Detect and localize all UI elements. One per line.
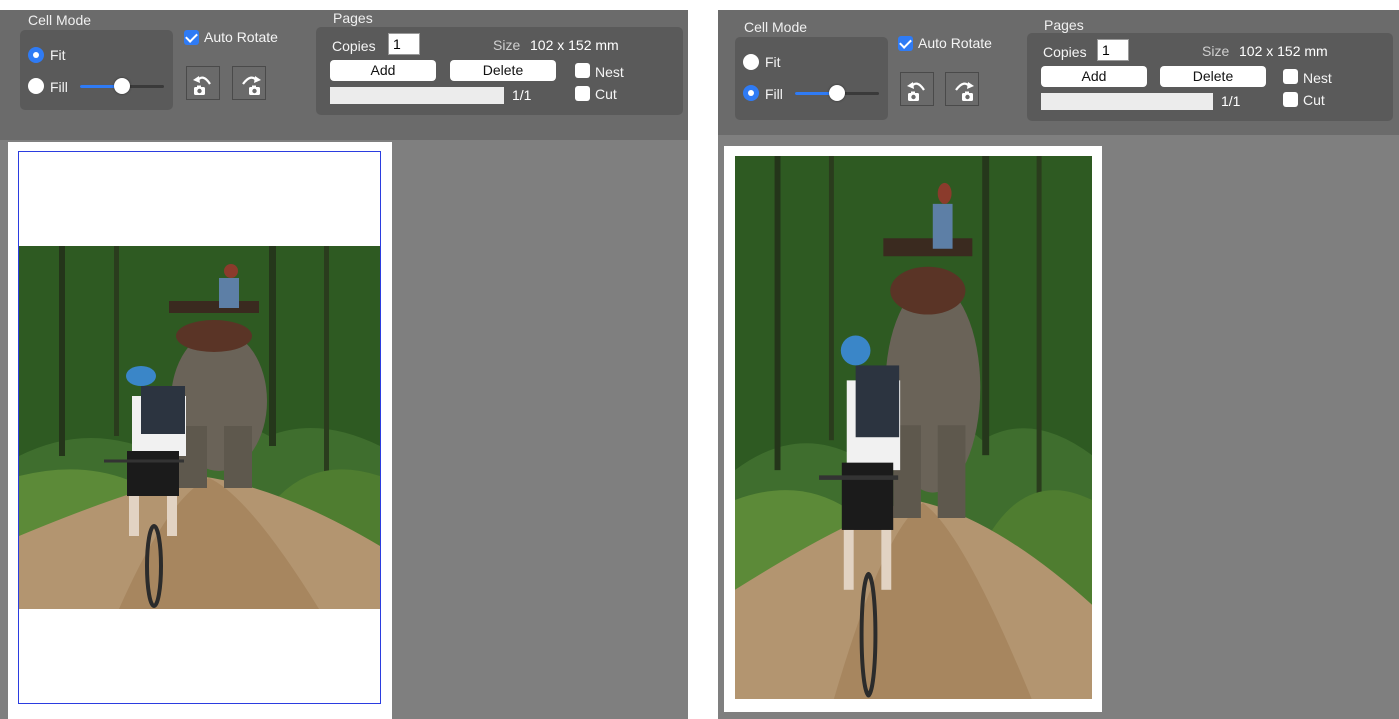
fit-radio[interactable] — [743, 54, 759, 70]
add-button[interactable]: Add — [330, 60, 436, 81]
pages-group: Copies 1 Size 102 x 152 mm Add Delete Ne… — [1027, 33, 1393, 121]
fill-label: Fill — [765, 86, 783, 102]
delete-button[interactable]: Delete — [1160, 66, 1266, 87]
cell-photo — [19, 246, 380, 609]
fill-label: Fill — [50, 79, 68, 95]
auto-rotate-checkbox[interactable] — [898, 36, 913, 51]
cell-mode-group: Fit Fill — [735, 37, 888, 120]
nest-label: Nest — [595, 64, 624, 80]
size-value: 102 x 152 mm — [530, 37, 619, 53]
auto-rotate-label: Auto Rotate — [204, 29, 278, 45]
panel-fit-mode: Cell Mode Fit Fill Auto Rotate Pages Cop… — [0, 0, 688, 719]
cell-mode-group: Fit Fill — [20, 30, 173, 110]
zoom-slider-knob[interactable] — [114, 78, 130, 94]
rotate-right-button[interactable] — [945, 72, 979, 106]
rotate-left-button[interactable] — [186, 66, 220, 100]
nest-checkbox[interactable] — [575, 63, 590, 78]
image-cell[interactable] — [18, 151, 381, 704]
pages-title: Pages — [1044, 17, 1084, 33]
copies-label: Copies — [332, 38, 376, 54]
rotate-right-button[interactable] — [232, 66, 266, 100]
cut-checkbox[interactable] — [1283, 92, 1298, 107]
cell-mode-title: Cell Mode — [744, 19, 808, 35]
page-counter: 1/1 — [1221, 93, 1241, 109]
cyclist-elephant-photo — [735, 156, 1092, 699]
copies-input[interactable]: 1 — [388, 33, 420, 55]
size-value: 102 x 152 mm — [1239, 43, 1328, 59]
cut-label: Cut — [1303, 92, 1325, 108]
cut-checkbox[interactable] — [575, 86, 590, 101]
top-margin — [0, 0, 688, 10]
fit-label: Fit — [765, 54, 781, 70]
page-counter: 1/1 — [512, 87, 532, 103]
rotate-left-camera-icon — [907, 82, 925, 101]
auto-rotate-checkbox[interactable] — [184, 30, 199, 45]
copies-label: Copies — [1043, 44, 1087, 60]
zoom-slider-knob[interactable] — [829, 85, 845, 101]
add-button[interactable]: Add — [1041, 66, 1147, 87]
pages-title: Pages — [333, 10, 373, 26]
rotate-left-button[interactable] — [900, 72, 934, 106]
nest-checkbox[interactable] — [1283, 69, 1298, 84]
fit-label: Fit — [50, 47, 66, 63]
toolbar: Cell Mode Fit Fill Auto Rotate Pages Cop… — [718, 10, 1399, 135]
cut-label: Cut — [595, 86, 617, 102]
delete-button[interactable]: Delete — [450, 60, 556, 81]
nest-label: Nest — [1303, 70, 1332, 86]
toolbar: Cell Mode Fit Fill Auto Rotate Pages Cop… — [0, 10, 688, 140]
print-page — [8, 142, 392, 719]
fill-radio[interactable] — [743, 85, 759, 101]
page-progress-bar — [1041, 93, 1213, 110]
panel-fill-mode: Cell Mode Fit Fill Auto Rotate Pages Cop… — [718, 10, 1399, 719]
rotate-right-camera-icon — [955, 82, 974, 101]
size-label: Size — [1202, 43, 1230, 59]
copies-input[interactable]: 1 — [1097, 39, 1129, 61]
size-label: Size — [493, 37, 521, 53]
auto-rotate-label: Auto Rotate — [918, 35, 992, 51]
cell-mode-title: Cell Mode — [28, 12, 92, 28]
rotate-left-camera-icon — [193, 76, 211, 95]
fit-radio[interactable] — [28, 47, 44, 63]
image-cell[interactable] — [735, 156, 1092, 699]
cyclist-elephant-photo — [19, 246, 380, 609]
print-page — [724, 146, 1102, 712]
pages-group: Copies 1 Size 102 x 152 mm Add Delete Ne… — [316, 27, 683, 115]
rotate-right-camera-icon — [242, 76, 261, 95]
page-progress-bar — [330, 87, 504, 104]
fill-radio[interactable] — [28, 78, 44, 94]
